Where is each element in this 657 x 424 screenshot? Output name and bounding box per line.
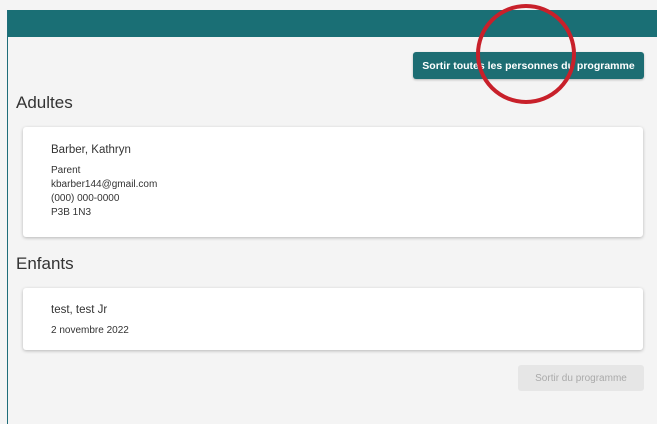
adult-phone: (000) 000-0000 bbox=[51, 193, 120, 204]
program-members-panel: Sortir toutes les personnes du programme… bbox=[7, 4, 657, 424]
child-birthdate: 2 novembre 2022 bbox=[51, 325, 129, 336]
adults-section-title: Adultes bbox=[16, 93, 73, 112]
child-name: test, test Jr bbox=[51, 304, 108, 316]
adult-name: Barber, Kathryn bbox=[51, 144, 131, 156]
header-bar bbox=[8, 10, 657, 37]
adult-card[interactable]: Barber, Kathryn Parent kbarber144@gmail.… bbox=[23, 127, 643, 237]
child-card[interactable]: test, test Jr 2 novembre 2022 bbox=[23, 288, 643, 350]
adult-postal-code: P3B 1N3 bbox=[51, 207, 92, 218]
children-section-title: Enfants bbox=[16, 254, 74, 273]
remove-from-program-button[interactable]: Sortir du programme bbox=[518, 365, 644, 391]
adult-email: kbarber144@gmail.com bbox=[51, 179, 158, 190]
adult-role: Parent bbox=[51, 165, 81, 176]
remove-all-from-program-button[interactable]: Sortir toutes les personnes du programme bbox=[413, 52, 644, 79]
